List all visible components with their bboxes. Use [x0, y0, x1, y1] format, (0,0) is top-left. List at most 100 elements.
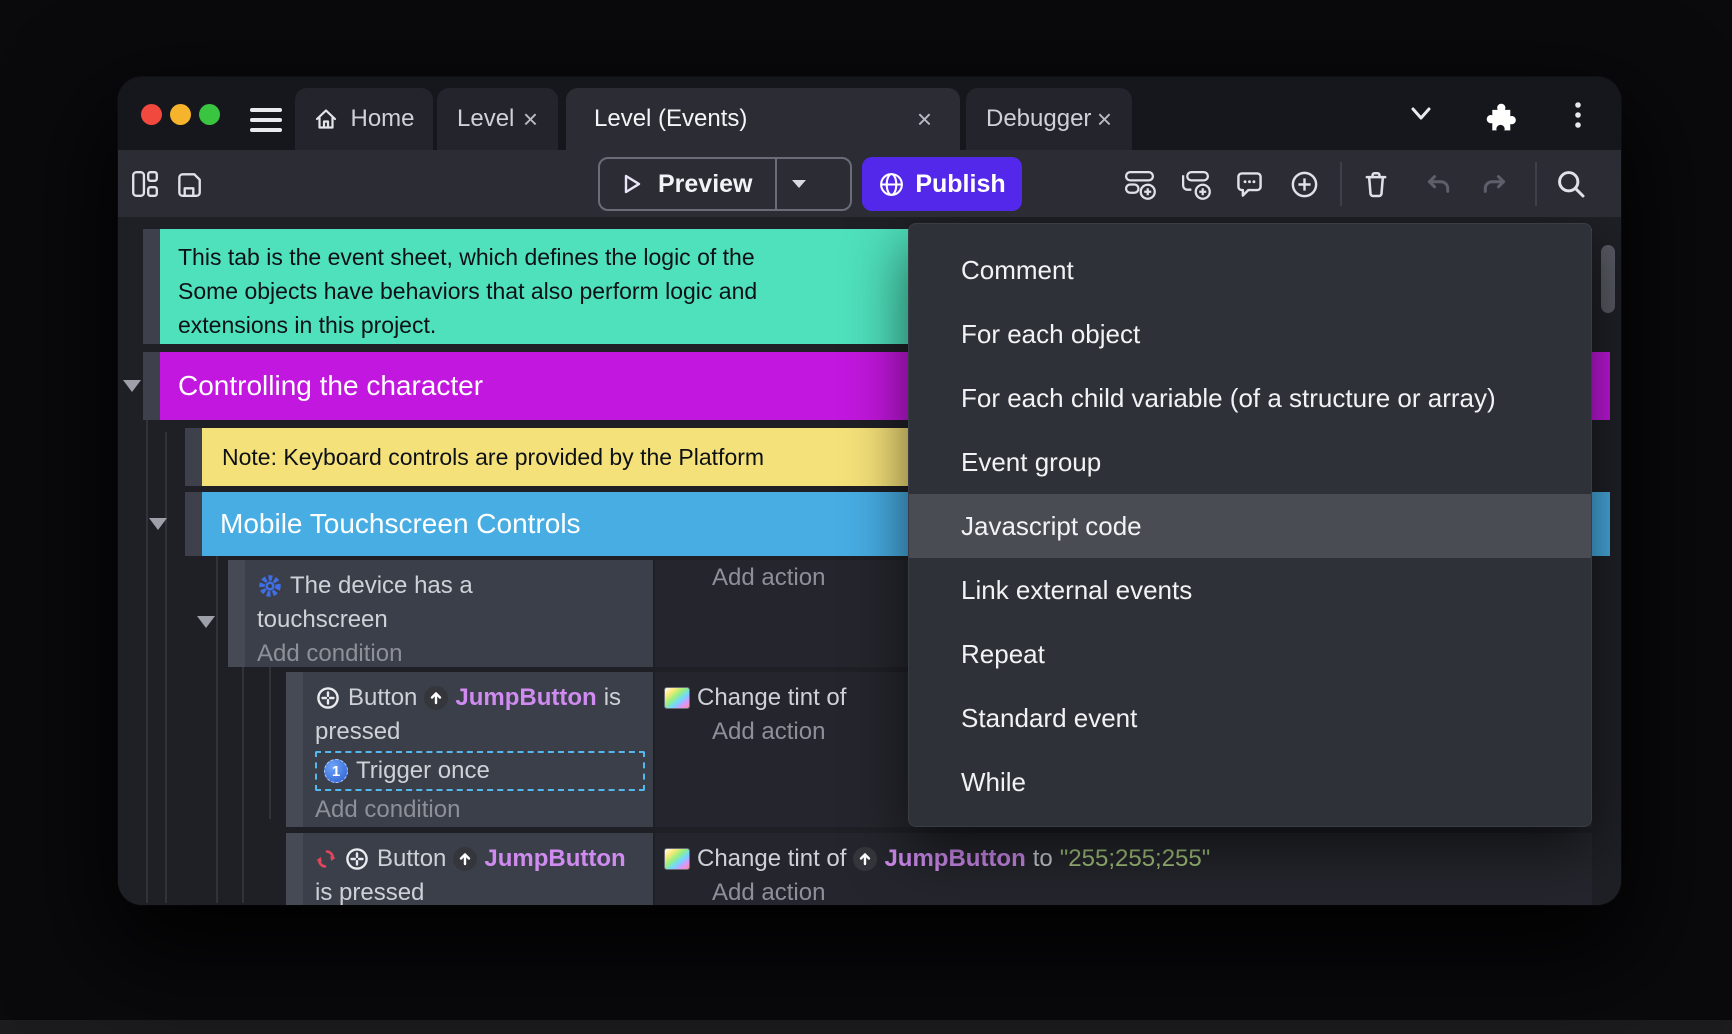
action-text: Change tint of — [697, 845, 846, 873]
screen: Home Level × Level (Events) × Debugger × — [0, 0, 1732, 1034]
tab-home[interactable]: Home — [295, 88, 433, 150]
event-conditions-touchscreen[interactable]: The device has a touchscreen Add conditi… — [245, 560, 653, 667]
menu-item-while[interactable]: While — [909, 750, 1591, 814]
event-margin[interactable] — [143, 229, 160, 344]
hamburger-icon — [250, 108, 282, 112]
event-sheet: This tab is the event sheet, which defin… — [118, 217, 1621, 905]
delete-button[interactable] — [1360, 168, 1392, 200]
toolbar-divider — [1535, 162, 1537, 206]
add-sub-event-icon — [1179, 168, 1211, 200]
traffic-minimize-button[interactable] — [170, 104, 191, 125]
add-event-icon — [1124, 168, 1156, 200]
event-margin[interactable] — [228, 560, 245, 667]
home-icon — [313, 106, 339, 132]
traffic-close-button[interactable] — [141, 104, 162, 125]
main-menu-button[interactable] — [250, 108, 282, 134]
add-condition-link[interactable]: Add condition — [315, 793, 641, 827]
menu-item-for-each-object[interactable]: For each object — [909, 302, 1591, 366]
sheet-scrollbar-thumb[interactable] — [1601, 245, 1615, 313]
publish-button[interactable]: Publish — [862, 157, 1022, 211]
preview-dropdown-button[interactable] — [789, 177, 809, 191]
trash-icon — [1360, 168, 1392, 200]
menu-item-javascript-code[interactable]: Javascript code — [909, 494, 1591, 558]
close-icon[interactable]: × — [1097, 106, 1112, 132]
add-comment-button[interactable] — [1234, 169, 1265, 200]
action-text: Change tint of — [697, 684, 846, 712]
menu-item-standard-event[interactable]: Standard event — [909, 686, 1591, 750]
preview-label: Preview — [658, 170, 753, 199]
tab-level[interactable]: Level × — [437, 88, 558, 150]
tab-debugger[interactable]: Debugger × — [966, 88, 1132, 150]
condition-text: is pressed — [315, 879, 424, 905]
tab-level-events[interactable]: Level (Events) × — [566, 88, 960, 150]
menu-item-for-each-child-variable[interactable]: For each child variable (of a structure … — [909, 366, 1591, 430]
collapse-toggle-icon[interactable] — [197, 616, 215, 628]
comment-bubble-icon — [1234, 169, 1265, 200]
add-button[interactable] — [1289, 169, 1320, 200]
screen-bottom-strip — [0, 1020, 1732, 1034]
undo-button[interactable] — [1422, 168, 1454, 200]
chevron-down-icon — [1406, 102, 1436, 126]
redo-button[interactable] — [1479, 168, 1511, 200]
menu-item-repeat[interactable]: Repeat — [909, 622, 1591, 686]
search-button[interactable] — [1555, 168, 1587, 200]
tint-swatch-icon — [664, 687, 690, 709]
save-button[interactable] — [174, 169, 204, 199]
preview-button[interactable]: Preview — [598, 157, 852, 211]
more-options-button[interactable] — [1570, 100, 1586, 130]
hamburger-icon — [250, 118, 282, 122]
add-action-link[interactable]: Add action — [712, 876, 1592, 905]
event-margin[interactable] — [143, 352, 160, 420]
collapse-toggle-icon[interactable] — [123, 380, 141, 392]
collapse-toggle-icon[interactable] — [149, 518, 167, 530]
tab-debugger-label: Debugger — [986, 105, 1091, 133]
caret-down-icon — [789, 177, 809, 191]
collapse-tabs-button[interactable] — [1406, 102, 1436, 126]
jump-button-object-icon — [424, 686, 448, 710]
menu-item-event-group[interactable]: Event group — [909, 430, 1591, 494]
event-margin[interactable] — [286, 672, 303, 827]
condition-text: pressed — [315, 718, 400, 746]
event-margin[interactable] — [185, 492, 202, 556]
add-sub-event-button[interactable] — [1179, 168, 1211, 200]
jump-button-object-icon — [453, 847, 477, 871]
system-gear-icon — [257, 573, 283, 599]
add-condition-link[interactable]: Add condition — [257, 637, 641, 671]
indent-guide — [216, 507, 218, 903]
traffic-zoom-button[interactable] — [199, 104, 220, 125]
add-event-context-menu: Comment For each object For each child v… — [908, 223, 1592, 827]
undo-icon — [1422, 168, 1454, 200]
search-icon — [1555, 168, 1587, 200]
event-conditions-jump-not-pressed[interactable]: Button JumpButton is pressed — [303, 833, 653, 905]
invert-condition-icon — [315, 848, 337, 870]
hamburger-icon — [250, 128, 282, 132]
event-conditions-jump-pressed[interactable]: Button JumpButton is pressed 1 Trigger o… — [303, 672, 653, 827]
addons-button[interactable] — [1482, 97, 1518, 133]
tab-level-events-label: Level (Events) — [594, 105, 747, 133]
indent-guide — [146, 395, 148, 903]
condition-text: Trigger once — [356, 757, 490, 785]
tab-level-label: Level — [457, 105, 514, 133]
globe-icon — [878, 171, 905, 198]
menu-item-link-external-events[interactable]: Link external events — [909, 558, 1591, 622]
event-margin[interactable] — [185, 428, 202, 486]
app-window: Home Level × Level (Events) × Debugger × — [118, 77, 1621, 905]
toolbar-divider — [1340, 162, 1342, 206]
add-event-button[interactable] — [1124, 168, 1156, 200]
event-actions-jump-not-pressed[interactable]: Change tint of JumpButton to "255;255;25… — [653, 833, 1592, 905]
kebab-menu-icon — [1570, 100, 1586, 130]
menu-item-comment[interactable]: Comment — [909, 238, 1591, 302]
condition-text: The device has a — [290, 572, 473, 600]
redo-icon — [1479, 168, 1511, 200]
toolbar: Preview Publish — [118, 150, 1621, 217]
close-icon[interactable]: × — [523, 106, 538, 132]
condition-text: Button — [348, 684, 417, 712]
condition-trigger-once-selected[interactable]: 1 Trigger once — [315, 751, 645, 791]
close-icon[interactable]: × — [917, 106, 932, 132]
event-margin[interactable] — [286, 833, 303, 905]
preview-split-divider — [775, 159, 777, 209]
play-icon — [618, 171, 644, 197]
trigger-once-icon: 1 — [324, 759, 348, 783]
condition-text: touchscreen — [257, 606, 388, 634]
layout-view-button[interactable] — [130, 169, 160, 199]
